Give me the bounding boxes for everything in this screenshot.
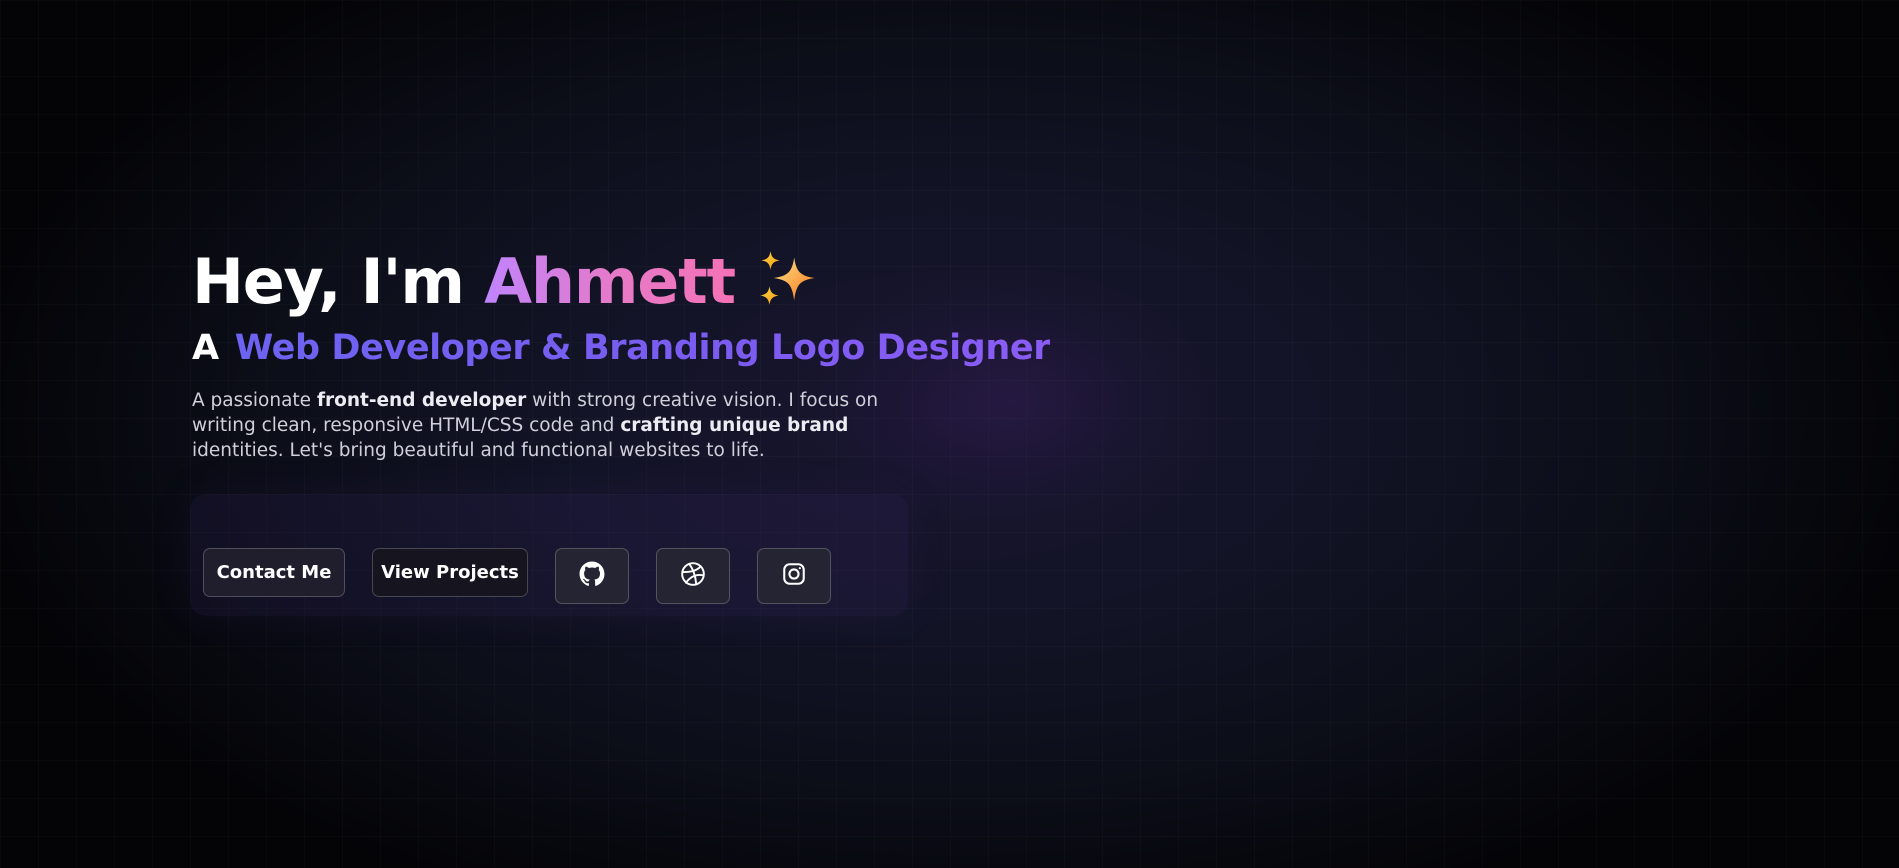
dribbble-link[interactable]	[656, 548, 730, 604]
github-icon	[579, 561, 605, 591]
desc-bold-1: front-end developer	[316, 390, 527, 411]
hero-name: Ahmett	[484, 245, 736, 318]
sparkles-icon	[755, 247, 821, 313]
subtitle-prefix: A	[192, 328, 219, 368]
hero-description: A passionate front-end developer with st…	[192, 388, 912, 463]
hero-greeting: Hey, I'm	[192, 245, 485, 318]
hero-title: Hey, I'm Ahmett	[192, 246, 912, 318]
hero-subtitle: A Web Developer & Branding Logo Designer	[192, 324, 1050, 372]
subtitle-role: Web Developer & Branding Logo Designer	[234, 328, 1051, 368]
desc-text-1: A passionate	[192, 390, 317, 411]
instagram-icon	[781, 561, 807, 591]
view-projects-button[interactable]: View Projects	[372, 548, 528, 597]
dribbble-icon	[680, 561, 706, 591]
hero-section: Hey, I'm Ahmett A Web Developer & Brandin…	[192, 246, 1050, 463]
instagram-link[interactable]	[757, 548, 831, 604]
desc-bold-2: crafting unique brand	[620, 415, 849, 436]
github-link[interactable]	[555, 548, 629, 604]
contact-me-button[interactable]: Contact Me	[203, 548, 345, 597]
desc-text-3: identities. Let's bring beautiful and fu…	[192, 440, 765, 461]
